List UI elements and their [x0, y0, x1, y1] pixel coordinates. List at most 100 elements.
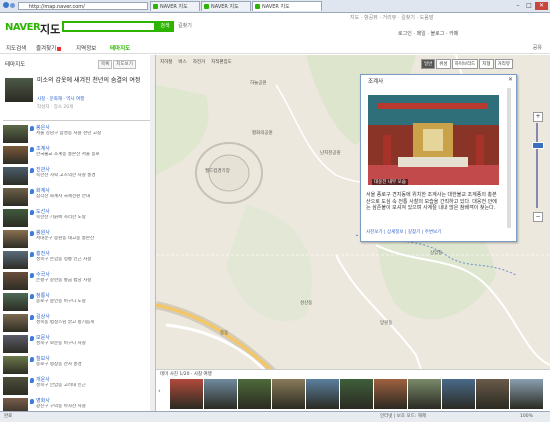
route-button[interactable]: 길찾기	[178, 22, 192, 29]
menu-item-local[interactable]: 지역정보	[76, 44, 96, 52]
zoom-slider-track[interactable]	[536, 123, 538, 208]
strip-photo-thumbnail[interactable]	[238, 379, 271, 409]
list-item[interactable]: 봉은사 서울 강남구 삼성동 사찰 천년 고찰	[0, 122, 150, 144]
map-place-label[interactable]: 하늘공원	[250, 80, 267, 86]
map-type-button[interactable]: 하이브리드	[451, 59, 479, 69]
strip-photo-thumbnail[interactable]	[170, 379, 203, 409]
back-icon[interactable]	[3, 2, 9, 8]
place-title[interactable]: 화계사	[36, 187, 50, 194]
place-thumbnail[interactable]	[3, 146, 28, 164]
map-place-label[interactable]: 난지천공원	[320, 150, 341, 156]
map-type-button[interactable]: 거리뷰	[494, 59, 513, 69]
strip-prev-button[interactable]: ‹	[158, 387, 161, 395]
place-title[interactable]: 보문사	[36, 334, 50, 341]
popup-photo[interactable]	[368, 95, 499, 185]
minimize-button[interactable]: –	[513, 2, 523, 10]
list-item[interactable]: 도선사 북한산 기슭에 자리한 도량	[0, 206, 150, 228]
list-item[interactable]: 개운사 성북구 안암동 고려대 인근	[0, 374, 150, 396]
place-thumbnail[interactable]	[3, 188, 28, 206]
place-title[interactable]: 수국사	[36, 271, 50, 278]
place-thumbnail[interactable]	[3, 335, 28, 353]
zoom-slider-handle[interactable]	[532, 142, 544, 149]
strip-photo-thumbnail[interactable]	[272, 379, 305, 409]
strip-photo-thumbnail[interactable]	[476, 379, 509, 409]
popup-link-detail[interactable]: 상세정보	[387, 230, 404, 235]
place-title[interactable]: 봉은사	[36, 124, 50, 131]
list-item[interactable]: 길상사 성북동 법정스님 맑고 향기롭게	[0, 311, 150, 333]
list-item[interactable]: 보문사 성북구 보문동 비구니 사찰	[0, 332, 150, 354]
place-thumbnail[interactable]	[3, 167, 28, 185]
search-button[interactable]: 검색	[156, 21, 174, 32]
popup-link-photos[interactable]: 사진보기	[366, 230, 383, 235]
strip-photo-thumbnail[interactable]	[340, 379, 373, 409]
strip-photo-thumbnail[interactable]	[510, 379, 543, 409]
featured-thumbnail[interactable]	[5, 78, 33, 102]
close-icon[interactable]: ✕	[508, 76, 513, 83]
place-thumbnail[interactable]	[3, 377, 28, 395]
browser-tab-2[interactable]: NAVER 지도	[201, 1, 251, 11]
list-item[interactable]: 흥천사 성북구 돈암동 정릉 인근 사찰	[0, 248, 150, 270]
featured-subtitle[interactable]: 사찰 · 문화재 · 역사 여행	[37, 96, 84, 102]
top-links[interactable]: 지도 · 항공뷰 · 거리뷰 · 길찾기 · 도움말	[350, 14, 433, 21]
place-title[interactable]: 조계사	[36, 145, 50, 152]
place-title[interactable]: 흥천사	[36, 250, 50, 257]
strip-photo-thumbnail[interactable]	[204, 379, 237, 409]
address-bar[interactable]: http://map.naver.com/	[18, 2, 148, 10]
featured-title[interactable]: 미소의 갑옷에 새겨진 천년의 숨결의 여정	[37, 77, 151, 85]
place-thumbnail[interactable]	[3, 209, 28, 227]
close-button[interactable]: ✕	[535, 2, 548, 10]
zoom-control[interactable]: + −	[532, 112, 544, 224]
place-title[interactable]: 영화사	[36, 397, 50, 404]
map-type-button[interactable]: 위성	[436, 59, 451, 69]
cadastral-toggle[interactable]: 지적편집도	[211, 59, 232, 65]
maximize-button[interactable]: □	[524, 2, 534, 10]
place-title[interactable]: 칠보사	[36, 355, 50, 362]
map-place-label[interactable]: 상암동	[430, 250, 442, 256]
map-place-label[interactable]: 망원동	[380, 320, 392, 326]
user-links[interactable]: 로그인 · 메일 · 블로그 · 카페	[398, 30, 458, 37]
strip-photo-thumbnail[interactable]	[374, 379, 407, 409]
place-title[interactable]: 도선사	[36, 208, 50, 215]
browser-tab-3[interactable]: NAVER 지도	[252, 1, 322, 11]
list-button[interactable]: 목록	[98, 60, 113, 69]
map-type-button[interactable]: 일반	[421, 59, 436, 69]
list-item[interactable]: 청룡사 종로구 숭인동 비구니 도량	[0, 290, 150, 312]
list-item[interactable]: 봉원사 서대문구 봉원동 태고종 총본산	[0, 227, 150, 249]
list-item[interactable]: 화계사 삼각산 화계사 국제선원 안내	[0, 185, 150, 207]
map-type-button[interactable]: 지형	[479, 59, 494, 69]
list-item[interactable]: 조계사 한국불교 조계종 총본산 서울 종로	[0, 143, 150, 165]
place-title[interactable]: 진관사	[36, 166, 50, 173]
place-thumbnail[interactable]	[3, 293, 28, 311]
strip-photo-thumbnail[interactable]	[306, 379, 339, 409]
place-title[interactable]: 개운사	[36, 376, 50, 383]
popup-link-route[interactable]: 길찾기	[408, 230, 420, 235]
share-button[interactable]: 공유	[533, 44, 542, 51]
panel-scrollbar[interactable]	[150, 55, 155, 411]
forward-icon[interactable]	[10, 3, 15, 8]
place-thumbnail[interactable]	[3, 251, 28, 269]
service-title[interactable]: 지도	[40, 21, 60, 37]
popup-scrollbar[interactable]	[507, 88, 511, 228]
place-thumbnail[interactable]	[3, 125, 28, 143]
map-place-label[interactable]: 월드컵경기장	[205, 168, 230, 174]
bike-toggle[interactable]: 자전거	[193, 59, 205, 65]
list-item[interactable]: 칠보사 종로구 평창동 산사 풍경	[0, 353, 150, 375]
strip-photo-thumbnail[interactable]	[442, 379, 475, 409]
strip-photo-thumbnail[interactable]	[408, 379, 441, 409]
menu-item-favorites[interactable]: 즐겨찾기	[36, 44, 62, 52]
menu-item-search[interactable]: 지도검색	[6, 44, 26, 52]
menu-item-theme[interactable]: 테마지도	[110, 44, 130, 52]
place-title[interactable]: 청룡사	[36, 292, 50, 299]
map-view-button[interactable]: 지도보기	[113, 60, 136, 69]
search-input[interactable]	[62, 21, 156, 32]
place-thumbnail[interactable]	[3, 230, 28, 248]
browser-tab-1[interactable]: NAVER 지도	[150, 1, 200, 11]
list-item[interactable]: 수국사 은평구 갈현동 황금 법당 사찰	[0, 269, 150, 291]
bus-toggle[interactable]: 버스	[178, 59, 186, 65]
zoom-in-icon[interactable]: +	[533, 112, 543, 122]
place-title[interactable]: 봉원사	[36, 229, 50, 236]
list-item[interactable]: 진관사 북한산 자락 고즈넉한 사찰 풍경	[0, 164, 150, 186]
zoom-out-icon[interactable]: −	[533, 212, 543, 222]
map-place-label[interactable]: 중동	[220, 330, 228, 336]
place-thumbnail[interactable]	[3, 272, 28, 290]
